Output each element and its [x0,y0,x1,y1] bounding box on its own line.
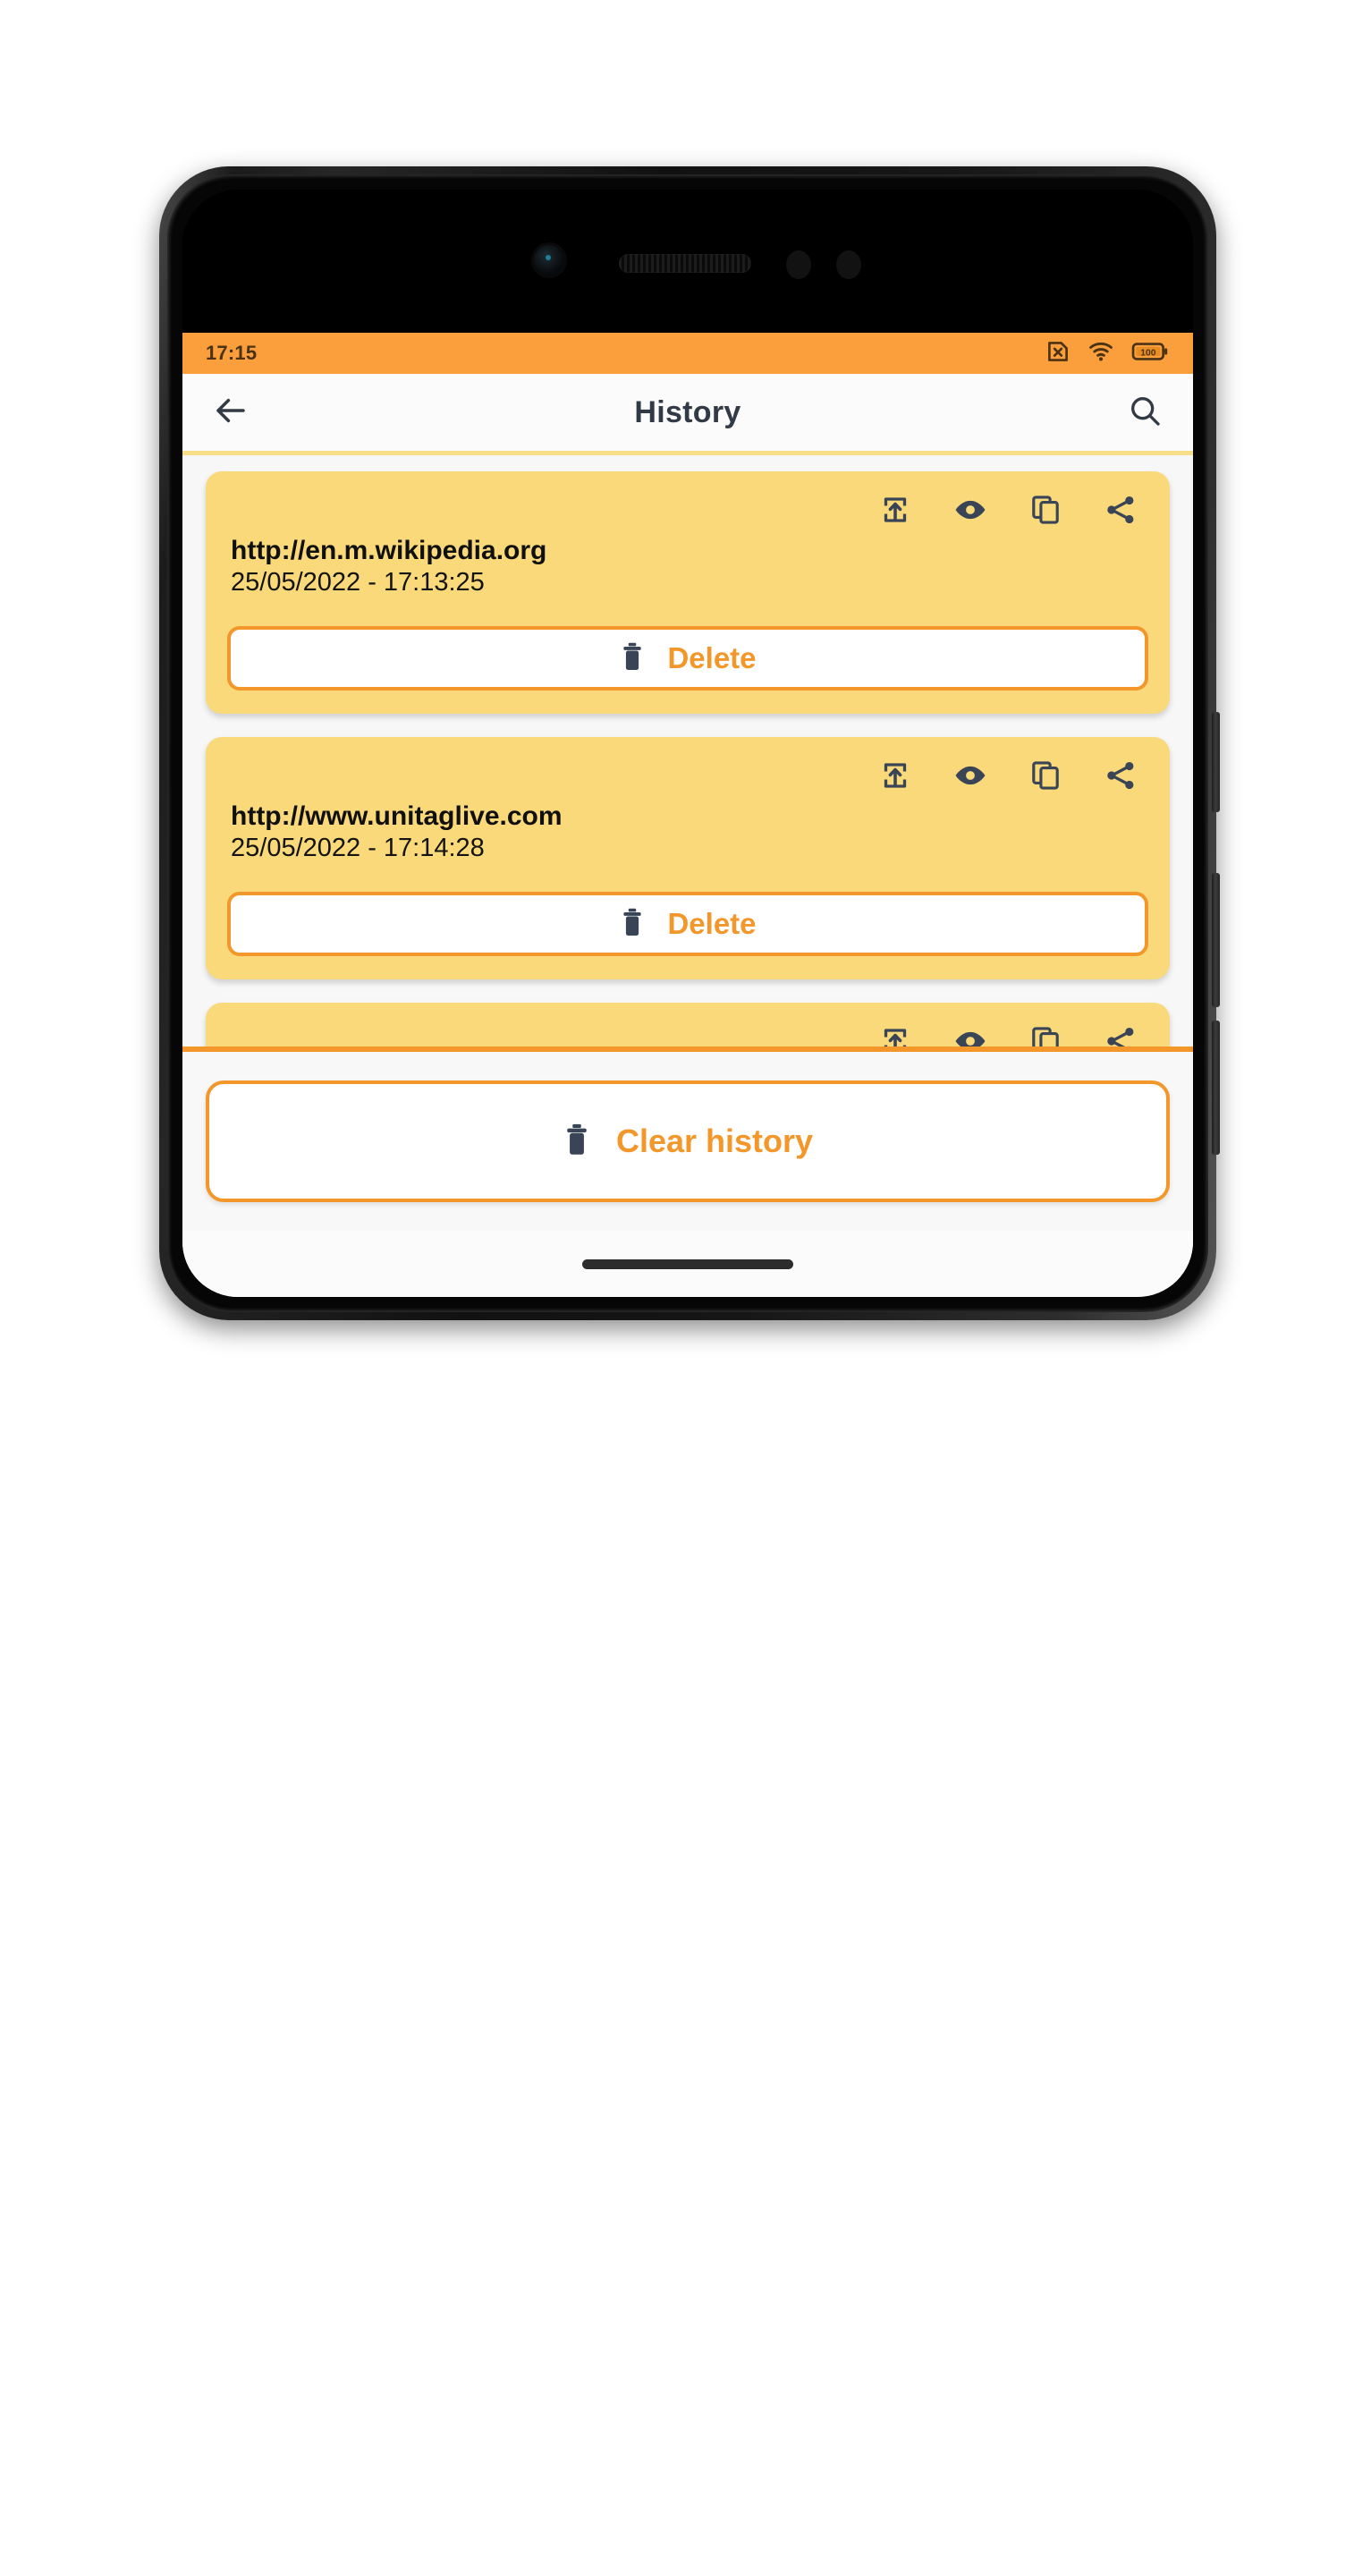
device-inner-bezel: 17:15 100 History http://en.m.wikipedia.… [167,174,1208,1312]
open-in-new-icon[interactable] [876,757,914,794]
app-bar: History [182,374,1193,451]
earpiece-speaker [619,254,751,273]
phone-device: 17:15 100 History http://en.m.wikipedia.… [159,166,1220,1320]
history-card[interactable]: http://www.unitaglive.com 25/05/2022 - 1… [206,737,1170,979]
trash-icon [563,1123,591,1161]
history-card[interactable]: http://en.m.wikipedia.org 25/05/2022 - 1… [206,471,1170,714]
status-time: 17:15 [206,342,258,364]
history-url[interactable]: http://en.m.wikipedia.org [231,536,1148,566]
copy-icon[interactable] [1027,757,1064,794]
light-sensor [836,250,861,279]
trash-icon [619,907,646,942]
page-title: History [634,394,741,429]
delete-label: Delete [667,907,757,940]
history-card[interactable]: https://www.xatakamovil.com/ 25/05/2022 … [206,1003,1170,1046]
status-bar: 17:15 100 [182,333,1193,374]
trash-icon [619,641,646,676]
clear-history-button[interactable]: Clear history [206,1080,1170,1202]
phone-screen: 17:15 100 History http://en.m.wikipedia.… [182,333,1193,1297]
copy-icon[interactable] [1027,491,1064,529]
battery-icon: 100 [1130,341,1170,367]
device-glass: 17:15 100 History http://en.m.wikipedia.… [182,190,1193,1297]
copy-icon[interactable] [1027,1022,1064,1046]
open-in-new-icon[interactable] [876,1022,914,1046]
volume-up-button[interactable] [1212,1021,1220,1155]
status-icon-group: 100 [1045,341,1170,367]
front-camera [534,245,564,275]
search-icon [1127,393,1163,433]
bottom-bar: Clear history [182,1052,1193,1231]
share-icon[interactable] [1102,1022,1139,1046]
eye-icon[interactable] [952,757,989,794]
delete-button[interactable]: Delete [227,892,1148,956]
top-bezel [182,190,1193,333]
back-button[interactable] [207,389,254,436]
volume-down-button[interactable] [1212,873,1220,1007]
navigation-bar [182,1231,1193,1297]
history-timestamp: 25/05/2022 - 17:14:28 [231,834,485,862]
battery-level-text: 100 [1140,348,1155,358]
home-gesture-pill[interactable] [582,1258,793,1269]
share-icon[interactable] [1102,757,1139,794]
history-timestamp: 25/05/2022 - 17:13:25 [231,568,485,597]
eye-icon[interactable] [952,491,989,529]
card-action-icons [227,491,1148,529]
wifi-icon [1087,341,1114,367]
history-url[interactable]: http://www.unitaglive.com [231,801,1148,832]
back-arrow-icon [212,392,250,434]
delete-button[interactable]: Delete [227,626,1148,691]
search-button[interactable] [1121,389,1168,436]
clear-history-label: Clear history [615,1123,814,1159]
share-icon[interactable] [1102,491,1139,529]
sim-card-off-icon [1045,341,1071,367]
card-action-icons [227,757,1148,794]
power-button[interactable] [1212,712,1220,812]
delete-label: Delete [667,641,757,674]
open-in-new-icon[interactable] [876,491,914,529]
proximity-sensor [786,250,811,279]
history-list[interactable]: http://en.m.wikipedia.org 25/05/2022 - 1… [182,455,1193,1046]
card-action-icons [227,1022,1148,1046]
eye-icon[interactable] [952,1022,989,1046]
